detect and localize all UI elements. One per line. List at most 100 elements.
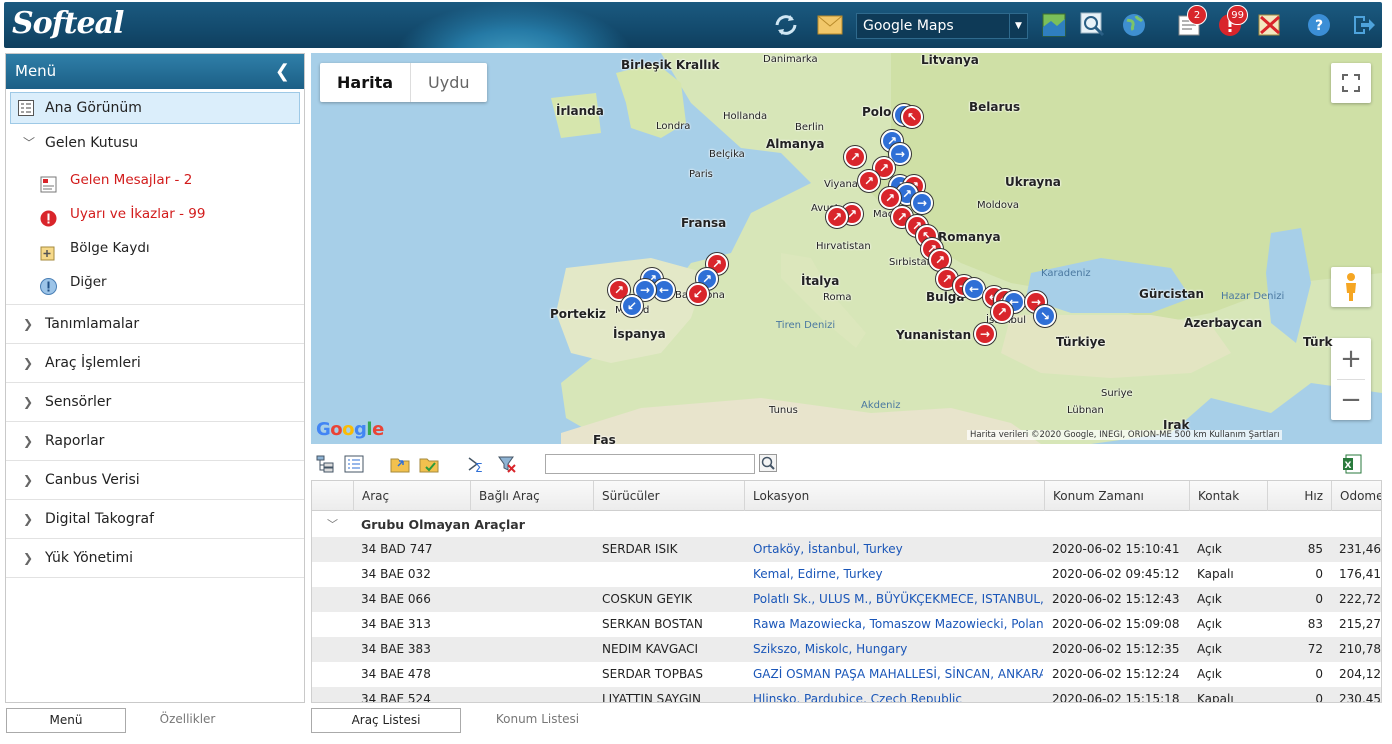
vehicle-marker[interactable]: ↗ [991,301,1013,323]
svg-text:X: X [1345,461,1352,471]
vehicle-marker[interactable]: ↙ [621,295,643,317]
table-row[interactable]: 34 BAE 032 Kemal, Edirne, Turkey 2020-06… [312,562,1381,587]
sidebar-item-takograf[interactable]: ❯ Digital Takograf [6,500,304,539]
column-header-arac[interactable]: Araç [353,481,470,511]
map-label: Türkiye [1056,335,1106,349]
sidebar-item-sensorler[interactable]: ❯ Sensörler [6,383,304,422]
inbox-item-messages[interactable]: Gelen Mesajlar - 2 [6,163,304,197]
sidebar-item-ana-gorunum[interactable]: Ana Görünüm [10,92,300,124]
table-row[interactable]: 34 BAE 478 SERDAR TOPBAS GAZİ OSMAN PAŞA… [312,662,1381,687]
cell-lokasyon-link[interactable]: Kemal, Edirne, Turkey [753,562,1043,587]
vehicle-marker[interactable]: ↗ [826,206,848,228]
cell-kontak: Açık [1197,592,1222,606]
grid-search-input[interactable] [545,454,755,474]
vehicle-marker[interactable]: ↗ [844,146,866,168]
zoom-in-icon[interactable]: + [1340,339,1362,379]
column-header-hiz[interactable]: Hız [1267,481,1331,511]
email-folder-icon[interactable] [419,454,439,474]
column-header-kontak[interactable]: Kontak [1189,481,1267,511]
map-view[interactable]: Harita Uydu + − Birleşik Krallık İrlanda… [311,53,1382,444]
map-label: Gürcistan [1139,287,1205,301]
sidebar-item-label: Tanımlamalar [45,316,140,332]
cell-hiz: 0 [1315,692,1323,703]
tab-properties[interactable]: Özellikler [130,708,245,733]
vehicle-marker[interactable]: ← [653,279,675,301]
cell-lokasyon-link[interactable]: GAZİ OSMAN PAŞA MAHALLESİ, SİNCAN, ANKAR… [753,662,1043,687]
zoom-search-icon[interactable] [1079,11,1107,39]
sidebar-item-raporlar[interactable]: ❯ Raporlar [6,422,304,461]
help-icon[interactable]: ? [1305,11,1333,39]
map-label: Ukrayna [1005,175,1061,189]
clear-filter-icon[interactable] [497,454,517,474]
map-layers-icon[interactable] [1040,11,1068,39]
tab-menu[interactable]: Menü [6,708,126,733]
inbox-item-other[interactable]: Diğer [6,265,304,299]
map-type-harita[interactable]: Harita [320,63,412,102]
tree-view-icon[interactable] [315,454,335,474]
logout-icon[interactable] [1350,11,1378,39]
vehicle-marker[interactable]: ↙ [687,283,709,305]
list-view-icon[interactable] [344,454,364,474]
globe-icon[interactable] [1120,11,1148,39]
inbox-item-label: Diğer [70,274,107,290]
street-view-pegman-icon[interactable] [1331,267,1371,307]
sidebar-item-tanimlamalar[interactable]: ❯ Tanımlamalar [6,305,304,344]
column-header-odometre[interactable]: Odomet [1331,481,1381,511]
table-row[interactable]: 34 BAE 383 NEDIM KAVGACI Szikszo, Miskol… [312,637,1381,662]
cell-lokasyon-link[interactable]: Szikszo, Miskolc, Hungary [753,637,1043,662]
column-header-lokasyon[interactable]: Lokasyon [744,481,1044,511]
map-label: Yunanistan [896,328,972,342]
inbox-item-region[interactable]: Bölge Kaydı [6,231,304,265]
table-row[interactable]: 34 BAE 066 COSKUN GEYIK Polatlı Sk., ULU… [312,587,1381,612]
sidebar-item-gelen-kutusu[interactable]: ﹀ Gelen Kutusu [6,124,304,163]
sidebar-item-canbus[interactable]: ❯ Canbus Verisi [6,461,304,500]
cell-kontak: Açık [1197,617,1222,631]
excel-delete-icon[interactable] [1256,11,1284,39]
table-row[interactable]: 34 BAE 313 SERKAN BOSTAN Rawa Mazowiecka… [312,612,1381,637]
column-header-konum-zamani[interactable]: Konum Zamanı [1044,481,1189,511]
messages-icon[interactable]: 2 [1175,5,1207,39]
map-type-uydu[interactable]: Uydu [411,63,486,102]
collapse-chevron-icon[interactable]: ❮ [275,54,290,89]
refresh-icon[interactable] [772,11,800,39]
cell-lokasyon-link[interactable]: Rawa Mazowiecka, Tomaszow Mazowiecki, Po… [753,612,1043,637]
table-row[interactable]: 34 BAE 524 LIYATTIN SAYGIN Hlinsko, Pard… [312,687,1381,703]
excel-icon[interactable]: X [1342,454,1362,474]
vehicle-marker[interactable]: → [974,323,996,345]
vehicle-marker[interactable]: ← [963,278,985,300]
cell-konum-zamani: 2020-06-02 15:10:41 [1052,542,1180,556]
export-folder-icon[interactable] [390,454,410,474]
cell-hiz: 85 [1307,542,1323,556]
alert-icon[interactable]: 99 [1216,5,1248,39]
cell-hiz: 0 [1315,667,1323,681]
tab-konum-listesi[interactable]: Konum Listesi [470,708,605,733]
map-label: Hollanda [723,111,768,122]
column-header-suruculer[interactable]: Sürücüler [593,481,744,511]
inbox-item-alerts[interactable]: Uyarı ve İkazlar - 99 [6,197,304,231]
map-label: Litvanya [921,53,979,67]
map-label: Fas [593,433,616,444]
group-row[interactable]: ﹀ Grubu Olmayan Araçlar [312,512,1381,537]
cell-lokasyon-link[interactable]: Hlinsko, Pardubice, Czech Republic [753,687,1043,702]
vehicle-marker[interactable]: ↖ [901,106,923,128]
tab-arac-listesi[interactable]: Araç Listesi [311,708,461,733]
map-label: Londra [656,121,691,132]
mail-icon[interactable] [816,11,844,39]
cell-lokasyon-link[interactable]: Polatlı Sk., ULUS M., BÜYÜKÇEKMECE, ISTA… [753,587,1043,612]
sum-icon[interactable]: Σ [467,454,487,475]
column-header-bagli-arac[interactable]: Bağlı Araç [470,481,593,511]
table-row[interactable]: 34 BAD 747 SERDAR ISIK Ortaköy, İstanbul… [312,537,1381,562]
vehicle-marker[interactable]: ↗ [858,170,880,192]
map-label: Suriye [1101,388,1133,399]
fullscreen-icon[interactable] [1331,63,1371,103]
vehicle-marker[interactable]: ↘ [1034,305,1056,327]
map-provider-select[interactable]: Google Maps ▼ [856,13,1028,39]
search-icon[interactable] [759,454,779,474]
vehicle-marker[interactable]: → [911,192,933,214]
zoom-out-icon[interactable]: − [1340,380,1362,420]
cell-lokasyon-link[interactable]: Ortaköy, İstanbul, Turkey [753,537,1043,562]
sidebar-item-arac-islemleri[interactable]: ❯ Araç İşlemleri [6,344,304,383]
map-attribution[interactable]: Harita verileri ©2020 Google, INEGI, ORI… [967,430,1283,440]
sidebar-item-yuk-yonetimi[interactable]: ❯ Yük Yönetimi [6,539,304,578]
cell-konum-zamani: 2020-06-02 15:15:18 [1052,692,1180,703]
